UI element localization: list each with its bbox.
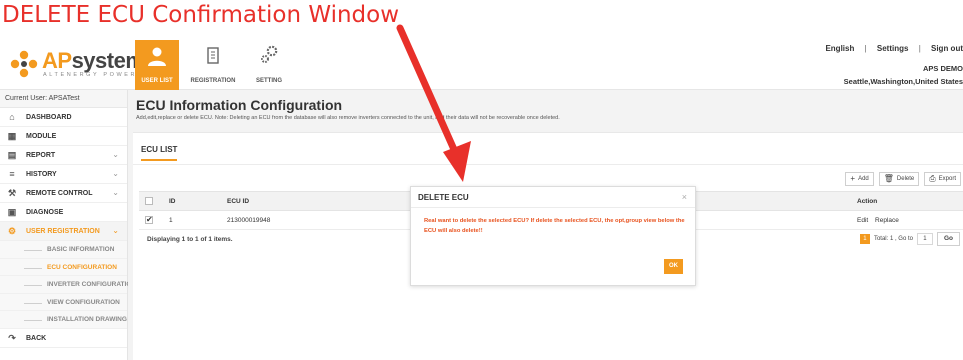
annotation-title: DELETE ECU Confirmation Window <box>2 2 400 28</box>
header-user-info: English | Settings | Sign out APS DEMO S… <box>819 44 963 86</box>
language-link[interactable]: English <box>825 44 854 53</box>
sidebar-item-label: DIAGNOSE <box>26 209 64 216</box>
column-header-action: Action <box>851 191 963 211</box>
chevron-down-icon: ⌄ <box>112 226 119 235</box>
sidebar: Current User: APSATest ⌂ DASHBOARD ▦ MOD… <box>0 90 136 360</box>
aps-logo[interactable]: APsystems ALTENERGY POWER <box>10 48 157 82</box>
cell-actions: Edit Replace <box>851 210 963 230</box>
pager-total: Total: 1 , Go to <box>873 236 913 242</box>
header-separator: | <box>864 44 867 53</box>
topnav-setting-label: SETTING <box>255 78 282 84</box>
sidebar-item-label: BACK <box>26 334 47 342</box>
topnav-setting[interactable]: SETTING <box>247 40 291 90</box>
current-user: Current User: APSATest <box>0 90 127 108</box>
cogs-icon: ⚙ <box>7 226 17 236</box>
pager: 1 Total: 1 , Go to 1 Go <box>859 232 960 246</box>
sidebar-item-diagnose[interactable]: ▣ DIAGNOSE <box>0 203 127 222</box>
sidebar-item-label: REPORT <box>26 152 56 159</box>
dialog-header: DELETE ECU × <box>411 187 695 208</box>
top-navigation: USER LIST REGISTRATION SETTING <box>135 40 303 90</box>
trash-icon: 🗑 <box>883 174 894 183</box>
select-all-checkbox[interactable] <box>145 197 153 205</box>
topnav-registration[interactable]: REGISTRATION <box>191 40 235 90</box>
chevron-down-icon: ⌄ <box>112 169 119 178</box>
home-icon: ⌂ <box>9 112 15 122</box>
building-icon <box>207 47 219 64</box>
sidebar-item-label: DASHBOARD <box>26 114 72 121</box>
grid-icon: ▦ <box>7 131 17 141</box>
app-header: APsystems ALTENERGY POWER USER LIST REGI… <box>0 40 963 90</box>
pager-summary: Displaying 1 to 1 of 1 items. <box>147 236 233 243</box>
chevron-down-icon: ⌄ <box>112 188 119 197</box>
aps-logo-mark-icon <box>10 50 38 78</box>
account-name: APS DEMO <box>922 64 963 73</box>
users-icon <box>148 47 166 66</box>
export-button[interactable]: ⎙ Export <box>924 172 961 186</box>
sidebar-subitem-ecu-configuration[interactable]: ECU CONFIGURATION <box>0 258 127 276</box>
column-header-id: ID <box>163 191 221 211</box>
goto-page-input[interactable]: 1 <box>916 233 933 245</box>
sidebar-subitem-installation-drawing[interactable]: INSTALLATION DRAWING <box>0 311 127 329</box>
gears-icon <box>261 45 278 63</box>
tab-divider <box>133 164 963 165</box>
page-title: ECU Information Configuration <box>136 97 343 113</box>
table-toolbar: + Add 🗑 Delete ⎙ Export <box>840 172 961 186</box>
settings-link[interactable]: Settings <box>877 44 909 53</box>
back-icon: ↷ <box>8 332 16 343</box>
dialog-title: DELETE ECU <box>418 193 469 202</box>
sidebar-subitem-basic-information[interactable]: BASIC INFORMATION <box>0 241 127 259</box>
sidebar-item-label: REMOTE CONTROL <box>26 190 93 197</box>
edit-link[interactable]: Edit <box>857 217 868 224</box>
topnav-user-list[interactable]: USER LIST <box>135 40 179 90</box>
ok-button[interactable]: OK <box>664 259 683 274</box>
sidebar-item-back[interactable]: ↷ BACK <box>0 329 127 348</box>
go-button[interactable]: Go <box>936 232 960 246</box>
add-button[interactable]: + Add <box>845 172 874 186</box>
sidebar-item-label: HISTORY <box>26 171 57 178</box>
sidebar-item-history[interactable]: ≡ HISTORY ⌄ <box>0 165 127 184</box>
sidebar-item-module[interactable]: ▦ MODULE <box>0 127 127 146</box>
tab-ecu-list[interactable]: ECU LIST <box>141 145 178 161</box>
cell-id: 1 <box>163 210 221 230</box>
topnav-registration-label: REGISTRATION <box>190 78 236 84</box>
sidebar-item-label: MODULE <box>26 133 57 140</box>
delete-ecu-dialog: DELETE ECU × Real want to delete the sel… <box>410 186 696 286</box>
sidebar-item-label: USER REGISTRATION <box>26 228 100 235</box>
sidebar-item-remote-control[interactable]: ⚒ REMOTE CONTROL ⌄ <box>0 184 127 203</box>
delete-button[interactable]: 🗑 Delete <box>878 172 920 186</box>
sidebar-subitem-view-configuration[interactable]: VIEW CONFIGURATION <box>0 293 127 311</box>
row-checkbox[interactable]: ✔ <box>145 216 153 224</box>
sidebar-item-report[interactable]: ▤ REPORT ⌄ <box>0 146 127 165</box>
sidebar-item-dashboard[interactable]: ⌂ DASHBOARD <box>0 108 127 127</box>
close-icon[interactable]: × <box>682 187 687 208</box>
brand-tagline: ALTENERGY POWER <box>43 72 138 78</box>
account-location: Seattle,Washington,United States <box>843 77 963 86</box>
sidebar-subitem-inverter-configuration[interactable]: INVERTER CONFIGURATION <box>0 276 136 294</box>
page-description: Add,edit,replace or delete ECU. Note: De… <box>136 115 560 121</box>
topnav-user-list-label: USER LIST <box>141 78 173 84</box>
report-icon: ▤ <box>7 150 17 160</box>
chevron-down-icon: ⌄ <box>112 150 119 159</box>
signout-link[interactable]: Sign out <box>931 44 963 53</box>
select-all-cell <box>139 191 163 211</box>
diagnose-icon: ▣ <box>7 207 17 217</box>
dialog-message: Real want to delete the selected ECU? If… <box>424 218 685 234</box>
row-select-cell: ✔ <box>139 210 163 230</box>
plus-icon: + <box>850 174 856 183</box>
export-icon: ⎙ <box>929 174 936 183</box>
replace-link[interactable]: Replace <box>875 217 899 224</box>
header-separator: | <box>918 44 921 53</box>
current-page-button[interactable]: 1 <box>859 234 870 244</box>
sidebar-item-user-registration[interactable]: ⚙ USER REGISTRATION ⌄ <box>0 222 127 241</box>
history-icon: ≡ <box>9 169 15 179</box>
wrench-icon: ⚒ <box>7 188 17 198</box>
